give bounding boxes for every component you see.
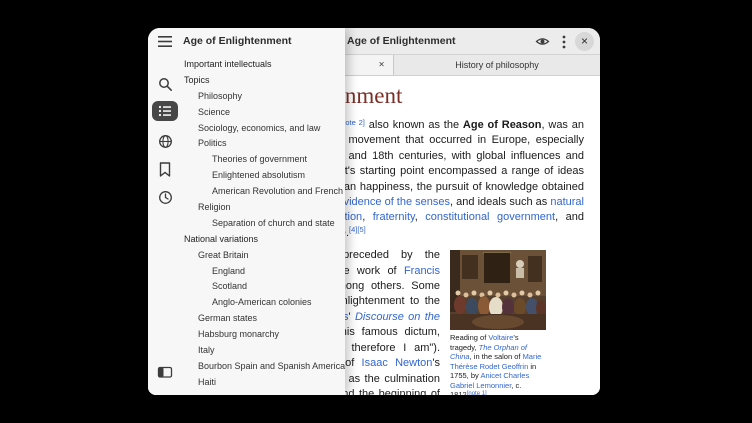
sidebar-panel-icon [157, 364, 173, 380]
list-icon [158, 104, 172, 118]
main-menu-button[interactable] [554, 32, 573, 51]
window-title: Age of Enlightenment [347, 35, 456, 47]
history-button[interactable] [152, 185, 178, 209]
hamburger-menu-button[interactable] [152, 29, 178, 53]
toc-item[interactable]: Important intellectuals [181, 56, 345, 72]
toc-item[interactable]: Separation of church and state [181, 215, 345, 231]
toc-item[interactable]: Theories of government [181, 151, 345, 167]
toc-item[interactable]: Science [181, 104, 345, 120]
toc-title: Age of Enlightenment [183, 35, 292, 47]
search-icon [158, 77, 173, 92]
toc-item[interactable]: Haiti [181, 374, 345, 390]
article-image[interactable] [450, 250, 546, 330]
figure-caption: Reading of Voltaire's tragedy, The Orpha… [450, 333, 546, 395]
text-span: , and ideals such as [450, 196, 550, 208]
toc-panel: Age of Enlightenment Important intellect… [181, 28, 345, 395]
toc-item[interactable]: Religion [181, 199, 345, 215]
close-icon: × [581, 35, 588, 47]
toc-item[interactable]: England [181, 263, 345, 279]
eye-icon [535, 36, 550, 47]
toc-button[interactable] [152, 101, 178, 121]
close-window-button[interactable]: × [575, 32, 594, 51]
hamburger-icon [158, 36, 172, 47]
text-span: 's [432, 357, 440, 369]
kebab-menu-icon [562, 35, 566, 49]
toc-item[interactable]: American Revolution and French Revolutio… [181, 183, 345, 199]
bookmark-icon [159, 162, 171, 177]
toc-item[interactable]: Habsburg monarchy [181, 326, 345, 342]
text-span: , [362, 211, 373, 223]
toc-item[interactable]: Philosophy [181, 88, 345, 104]
text-span: Reading of [450, 333, 488, 342]
sidebar-toggle-button[interactable] [152, 360, 178, 384]
article-link[interactable]: fraternity [373, 211, 415, 223]
toc-item[interactable]: Anglo-American colonies [181, 294, 345, 310]
text-span: also known as the [365, 119, 463, 131]
toc-item[interactable]: Great Britain [181, 247, 345, 263]
bookmarks-button[interactable] [152, 157, 178, 181]
article-figure: Reading of Voltaire's tragedy, The Orpha… [450, 250, 546, 395]
toc-list: Important intellectualsTopicsPhilosophyS… [181, 56, 345, 390]
toc-item[interactable]: German states [181, 310, 345, 326]
toc-item[interactable]: Scotland [181, 278, 345, 294]
tab-label: History of philosophy [455, 60, 539, 70]
reference-link[interactable]: [4][5] [349, 225, 366, 234]
toc-item[interactable]: Topics [181, 72, 345, 88]
text-span: , in the salon of [470, 352, 523, 361]
article-link[interactable]: Isaac Newton [362, 357, 433, 369]
search-button[interactable] [152, 72, 178, 96]
toc-sidebar: Age of Enlightenment Important intellect… [148, 28, 345, 395]
globe-icon [158, 134, 173, 149]
sidebar-rail [148, 28, 181, 395]
clock-icon [158, 190, 173, 205]
reference-link[interactable]: [note 1] [467, 391, 487, 395]
languages-button[interactable] [152, 129, 178, 153]
toc-item[interactable]: National variations [181, 231, 345, 247]
toc-item[interactable]: Bourbon Spain and Spanish America [181, 358, 345, 374]
toc-item[interactable]: Italy [181, 342, 345, 358]
article-link[interactable]: Voltaire [488, 333, 513, 342]
tab-history-of-philosophy[interactable]: History of philosophy [394, 55, 600, 75]
tab-close-button[interactable]: × [375, 59, 388, 72]
reader-view-button[interactable] [533, 32, 552, 51]
toc-item[interactable]: Politics [181, 135, 345, 151]
text-span: , [415, 211, 426, 223]
toc-item[interactable]: Sociology, economics, and law [181, 120, 345, 136]
text-span: Age of Reason [463, 119, 542, 131]
text-span: , and [555, 211, 584, 223]
article-link[interactable]: constitutional government [425, 211, 555, 223]
toc-item[interactable]: Enlightened absolutism [181, 167, 345, 183]
